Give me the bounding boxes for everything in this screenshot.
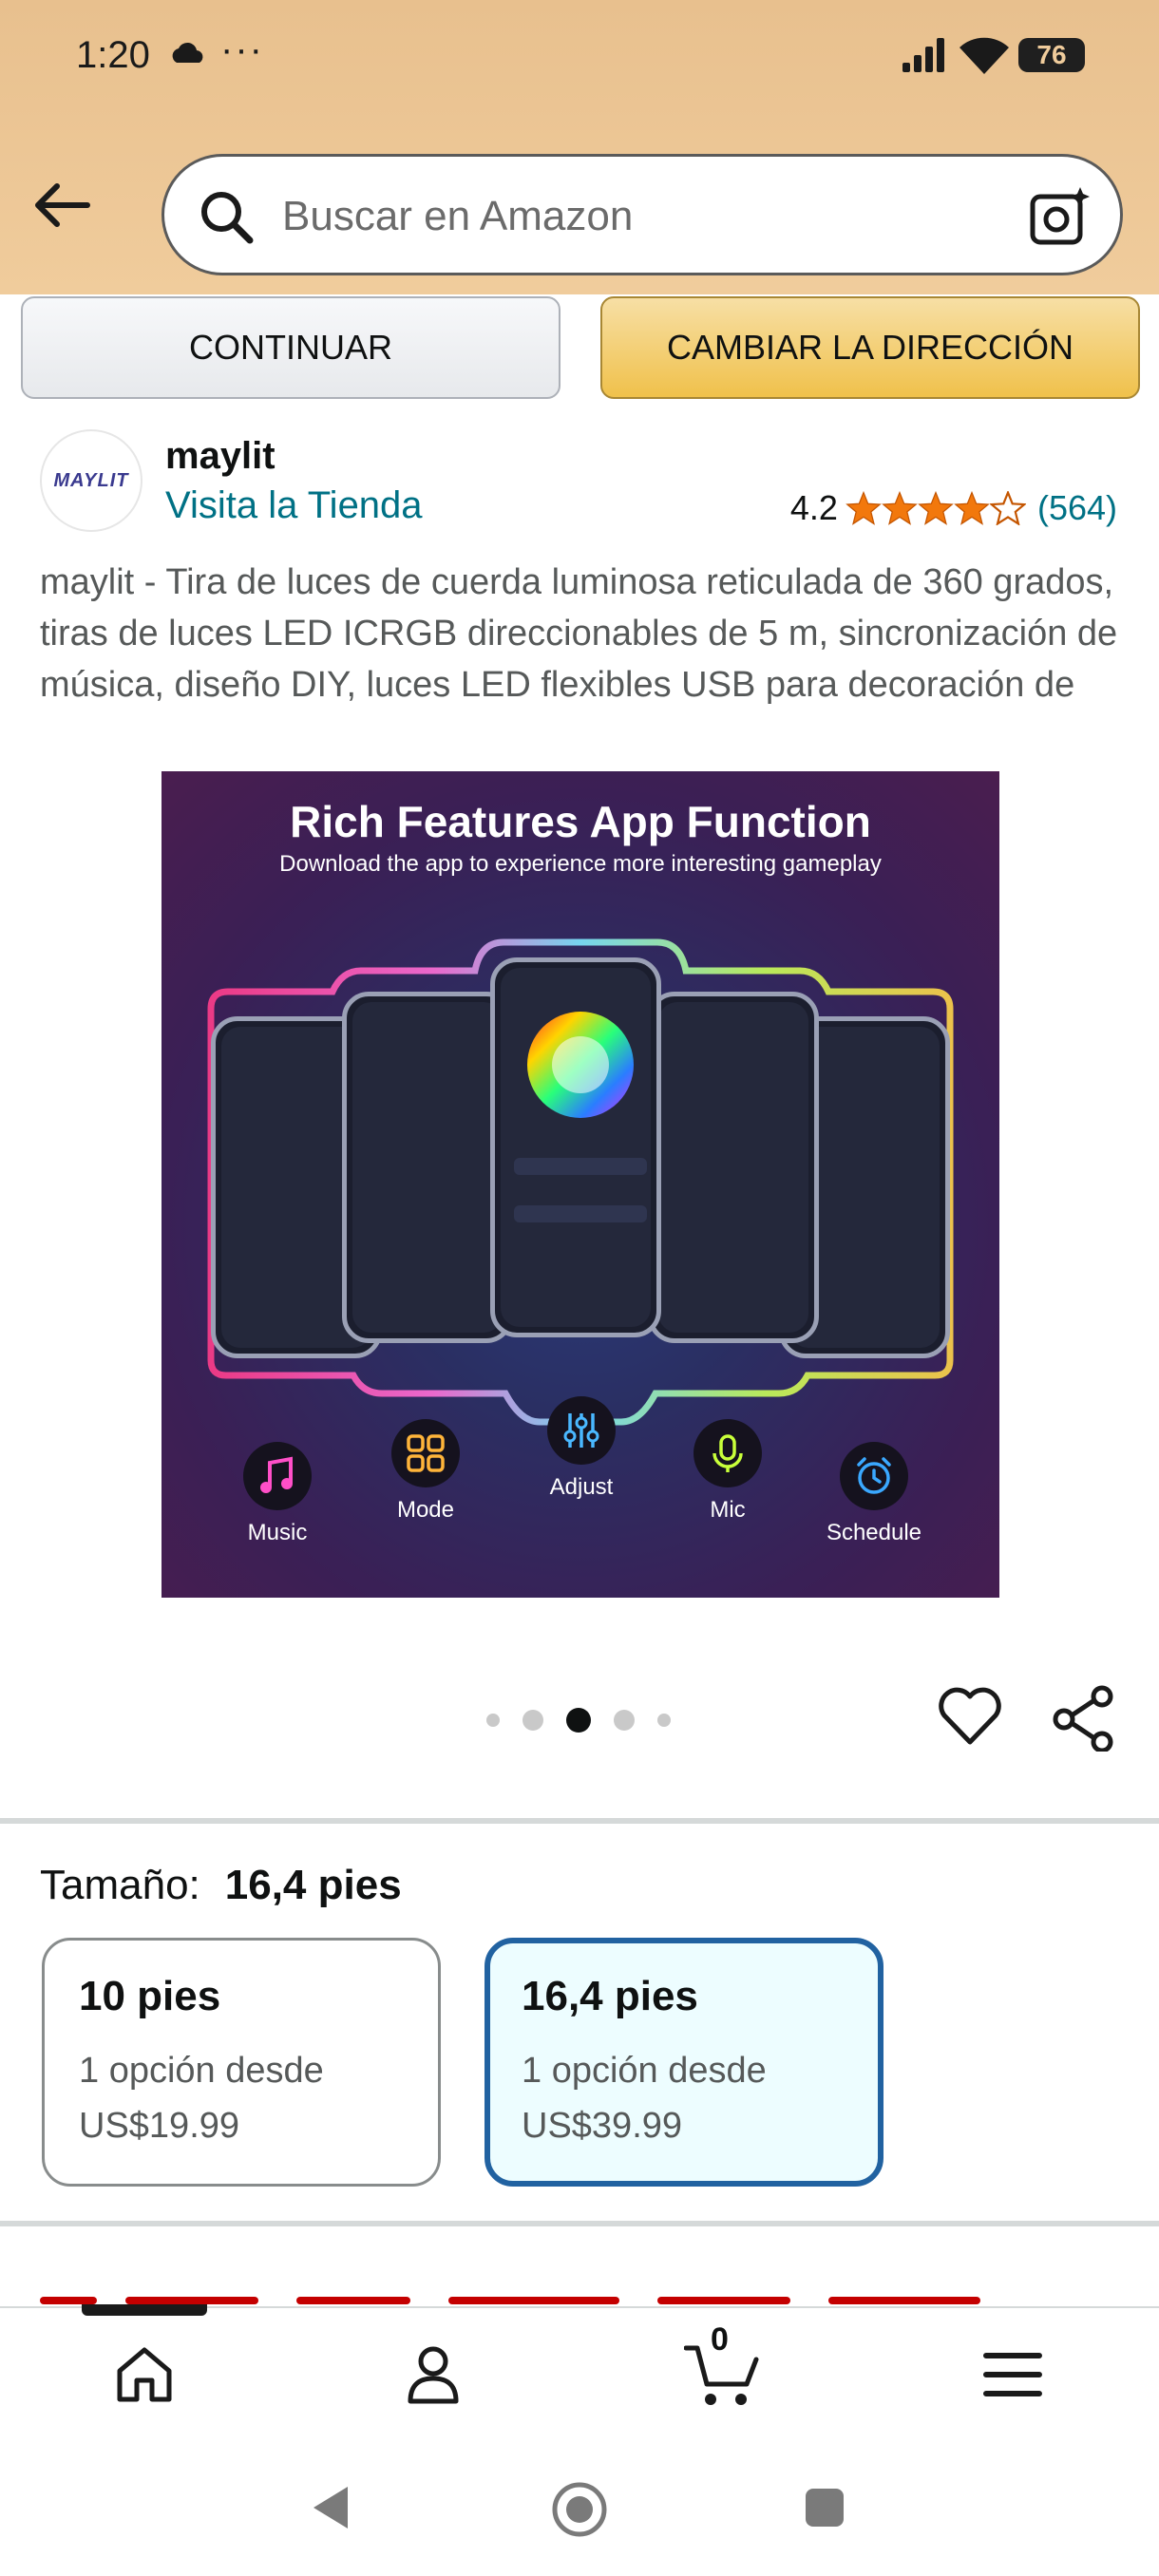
carousel-dot[interactable]	[657, 1714, 671, 1727]
size-selector-label: Tamaño: 16,4 pies	[40, 1862, 402, 1909]
sliders-icon	[563, 1413, 599, 1448]
star-icon	[882, 491, 918, 525]
status-time: 1:20	[76, 34, 150, 76]
app-screen-mode	[342, 992, 513, 1343]
carousel-dot[interactable]	[522, 1710, 543, 1731]
account-icon	[408, 2346, 459, 2404]
rating-value: 4.2	[789, 488, 838, 527]
star-outline-icon	[989, 491, 1026, 525]
back-arrow-icon[interactable]	[28, 171, 97, 239]
system-home-icon[interactable]	[551, 2481, 608, 2538]
feature-label: Mode	[396, 1497, 455, 1523]
size-option-16-4-pies[interactable]: 16,4 pies 1 opción desde US$39.99	[484, 1938, 884, 2187]
rating-count: (564)	[1036, 488, 1117, 527]
feature-label: Mic	[710, 1497, 746, 1523]
grid-icon	[407, 1434, 445, 1472]
search-icon	[201, 192, 254, 244]
product-title: maylit - Tira de luces de cuerda luminos…	[40, 562, 1118, 705]
color-wheel	[527, 1012, 634, 1118]
search-bar[interactable]: Buscar en Amazon	[162, 154, 1123, 275]
status-more-dots: ···	[220, 28, 264, 70]
continue-button[interactable]: CONTINUAR	[21, 296, 560, 399]
cloud-icon	[172, 42, 203, 63]
star-rating	[846, 491, 1026, 525]
music-note-icon	[260, 1456, 293, 1493]
signal-icon	[902, 38, 944, 72]
feature-label: Music	[247, 1520, 308, 1545]
brand-name: maylit	[165, 435, 276, 477]
system-navigation-bar	[0, 2443, 1159, 2576]
size-option-price: US$39.99	[522, 2106, 683, 2146]
alarm-clock-icon	[857, 1457, 891, 1494]
section-divider	[0, 1818, 1159, 1824]
nav-account[interactable]	[395, 2337, 471, 2413]
feature-mic: Mic	[661, 1419, 794, 1524]
wifi-icon	[960, 37, 1009, 74]
feature-label: Schedule	[826, 1520, 922, 1545]
heart-icon[interactable]	[937, 1685, 1003, 1748]
feature-mode: Mode	[359, 1419, 492, 1524]
star-icon	[846, 491, 882, 525]
carousel-dot-active[interactable]	[566, 1708, 591, 1733]
visit-store-link[interactable]: Visita la Tienda	[165, 484, 423, 527]
product-image[interactable]: Rich Features App Function Download the …	[162, 771, 999, 1598]
size-option-name: 16,4 pies	[522, 1973, 698, 2019]
size-option-desc: 1 opción desde	[79, 2051, 324, 2091]
amazon-product-page: 1:20 ··· 76 Buscar en Amazon CONTINUAR C…	[0, 0, 1159, 2576]
share-icon[interactable]	[1051, 1685, 1117, 1752]
status-bar: 1:20 ··· 76	[0, 0, 1159, 114]
camera-search-icon[interactable]	[1029, 185, 1092, 248]
system-back-icon[interactable]	[310, 2483, 352, 2532]
menu-icon	[983, 2353, 1042, 2396]
rating-summary[interactable]: 4.2 (564)	[790, 488, 1117, 528]
star-icon	[918, 491, 954, 525]
carousel-dots	[475, 1708, 682, 1733]
carousel-dot[interactable]	[486, 1714, 500, 1727]
microphone-icon	[712, 1434, 743, 1472]
feature-label: Adjust	[549, 1474, 614, 1500]
app-screen-adjust	[490, 957, 661, 1337]
active-tab-indicator	[82, 2304, 207, 2316]
search-input[interactable]: Buscar en Amazon	[282, 193, 633, 240]
feature-adjust: Adjust	[515, 1396, 648, 1501]
size-option-name: 10 pies	[79, 1973, 221, 2019]
star-icon	[954, 491, 990, 525]
cart-count-badge: 0	[711, 2321, 729, 2358]
selected-size: 16,4 pies	[224, 1862, 402, 1908]
feature-music: Music	[211, 1442, 344, 1546]
system-recents-icon[interactable]	[804, 2487, 846, 2529]
size-option-10-pies[interactable]: 10 pies 1 opción desde US$19.99	[42, 1938, 441, 2187]
app-screen-mic	[648, 992, 819, 1343]
battery-indicator: 76	[1018, 38, 1085, 72]
change-address-button[interactable]: CAMBIAR LA DIRECCIÓN	[600, 296, 1140, 399]
brand-logo[interactable]: MAYLIT	[40, 429, 142, 532]
carousel-dot[interactable]	[614, 1710, 635, 1731]
size-option-price: US$19.99	[79, 2106, 240, 2146]
nav-home[interactable]	[106, 2337, 182, 2413]
section-divider	[0, 2221, 1159, 2226]
home-icon	[117, 2347, 172, 2402]
nav-menu[interactable]	[975, 2337, 1051, 2413]
feature-schedule: Schedule	[808, 1442, 940, 1546]
size-option-desc: 1 opción desde	[522, 2051, 767, 2091]
size-label-text: Tamaño:	[40, 1862, 200, 1908]
